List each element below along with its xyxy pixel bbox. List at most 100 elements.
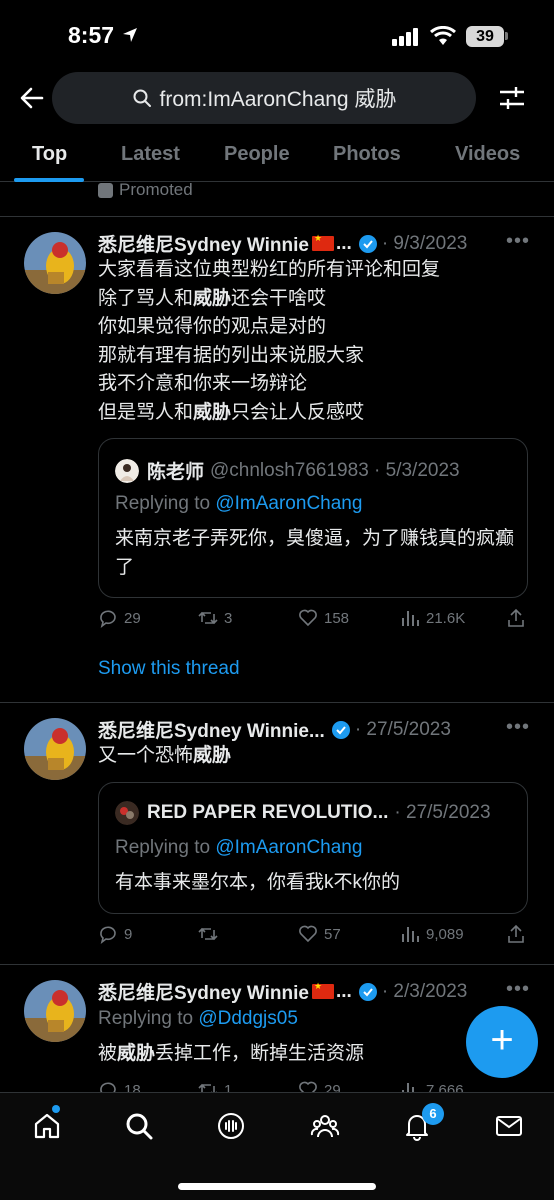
home-icon[interactable] xyxy=(32,1111,62,1141)
quote-replying-to: Replying to @ImAaronChang xyxy=(115,493,362,515)
display-name[interactable]: 悉尼维尼Sydney Winnie... xyxy=(98,716,325,743)
more-options-icon[interactable]: ••• xyxy=(506,716,530,739)
retweet-button[interactable] xyxy=(198,924,224,944)
avatar[interactable] xyxy=(24,718,86,780)
quote-avatar xyxy=(115,801,139,825)
tweet-text: 大家看看这位典型粉红的所有评论和回复 除了骂人和威胁还会干啥哎 你如果觉得你的观… xyxy=(98,256,440,427)
tweet-line: 只会让人反感哎 xyxy=(231,401,365,423)
bottom-navigation: 6 xyxy=(0,1092,554,1200)
views-button[interactable]: 7,666 xyxy=(400,1080,464,1092)
plus-icon: + xyxy=(490,1018,514,1062)
view-count: 7,666 xyxy=(426,1081,464,1093)
china-flag-icon xyxy=(311,981,334,999)
home-unread-dot xyxy=(52,1105,60,1113)
tweet-line: 还会干啥哎 xyxy=(231,287,327,309)
search-icon xyxy=(133,89,151,107)
tweet-line: 但是骂人和 xyxy=(98,401,194,423)
tab-photos[interactable]: Photos xyxy=(333,143,401,166)
view-count: 21.6K xyxy=(426,609,466,627)
reply-button[interactable]: 18 xyxy=(98,1080,141,1092)
battery-indicator: 39 xyxy=(466,26,504,47)
tweet-line: 那就有理有据的列出来说服大家 xyxy=(98,344,365,366)
messages-mail-icon[interactable] xyxy=(494,1111,524,1141)
verified-badge-icon xyxy=(331,720,350,739)
views-chart-icon xyxy=(402,611,419,626)
retweet-button[interactable]: 3 xyxy=(198,608,232,628)
retweet-icon xyxy=(198,1083,217,1092)
spaces-icon[interactable] xyxy=(216,1111,246,1141)
name-ellipsis: ... xyxy=(335,980,352,1002)
search-input[interactable]: from:ImAaronChang 威胁 xyxy=(52,72,476,124)
tweet[interactable]: 悉尼维尼Sydney Winnie ... · 9/3/2023 ••• 大家看… xyxy=(0,216,554,702)
back-arrow-icon[interactable] xyxy=(18,84,46,112)
tweet-actions: 9 57 9,089 xyxy=(98,924,528,948)
tweet-line: 被 xyxy=(98,1043,118,1064)
reply-icon xyxy=(100,610,116,628)
reply-icon xyxy=(100,1082,116,1092)
display-name[interactable]: 悉尼维尼Sydney Winnie xyxy=(98,978,309,1005)
status-time: 8:57 xyxy=(68,22,115,48)
retweet-icon xyxy=(198,927,218,941)
status-bar: 8:57 39 xyxy=(0,0,554,72)
views-button[interactable]: 21.6K xyxy=(400,608,465,628)
quoted-tweet[interactable]: 陈老师 @chnlosh7661983 · 5/3/2023 Replying … xyxy=(98,438,528,598)
tweet-line: 大家看看这位典型粉红的所有评论和回复 xyxy=(98,259,441,280)
quote-text: 有本事来墨尔本，你看我k不k你的 xyxy=(115,872,401,893)
reply-handle-link[interactable]: @ImAaronChang xyxy=(215,837,362,858)
quote-meta: · 27/5/2023 xyxy=(394,802,491,823)
tweet[interactable]: 悉尼维尼Sydney Winnie... · 27/5/2023 ••• 又一个… xyxy=(0,702,554,964)
like-count: 57 xyxy=(324,925,341,943)
reply-handle-link[interactable]: @Dddgjs05 xyxy=(198,1008,298,1029)
wifi-icon xyxy=(430,26,456,45)
avatar[interactable] xyxy=(24,980,86,1042)
retweet-button[interactable]: 1 xyxy=(198,1080,232,1092)
reply-button[interactable]: 9 xyxy=(98,924,132,944)
avatar[interactable] xyxy=(24,232,86,294)
reply-icon xyxy=(100,926,116,944)
promoted-text: Promoted xyxy=(119,180,193,199)
reply-handle-link[interactable]: @ImAaronChang xyxy=(215,493,362,514)
compose-button[interactable]: + xyxy=(466,1006,538,1078)
verified-badge-icon xyxy=(358,234,377,253)
search-nav-icon[interactable] xyxy=(124,1111,154,1141)
tweet-actions: 18 1 29 7,666 xyxy=(98,1080,528,1092)
share-button[interactable] xyxy=(506,924,526,944)
like-button[interactable]: 158 xyxy=(298,608,349,628)
more-options-icon[interactable]: ••• xyxy=(506,230,530,253)
communities-icon[interactable] xyxy=(310,1111,340,1141)
filter-settings-icon[interactable] xyxy=(498,84,526,112)
quote-display-name: 陈老师 xyxy=(147,462,205,483)
like-button[interactable]: 29 xyxy=(298,1080,341,1092)
highlight-term: 威胁 xyxy=(117,1043,156,1064)
tab-people[interactable]: People xyxy=(224,143,290,166)
tab-latest[interactable]: Latest xyxy=(121,143,180,166)
tweet-date: · 9/3/2023 xyxy=(381,232,468,254)
reply-button[interactable]: 29 xyxy=(98,608,141,628)
tweet-date: · 27/5/2023 xyxy=(354,718,451,740)
replying-to: Replying to @Dddgjs05 xyxy=(98,1008,298,1030)
cellular-signal-icon xyxy=(392,28,418,46)
tweet-header: 悉尼维尼Sydney Winnie ... · 2/3/2023 xyxy=(98,978,467,1005)
reply-count: 9 xyxy=(124,925,133,943)
more-options-icon[interactable]: ••• xyxy=(506,978,530,1001)
tab-top[interactable]: Top xyxy=(32,143,67,166)
replying-prefix: Replying to xyxy=(115,837,216,858)
quoted-tweet[interactable]: RED PAPER REVOLUTIO... · 27/5/2023 Reply… xyxy=(98,782,528,914)
battery-nub xyxy=(505,32,508,40)
quote-meta: @chnlosh7661983 · 5/3/2023 xyxy=(210,459,460,481)
tweet-line: 除了骂人和 xyxy=(98,287,194,309)
replying-prefix: Replying to xyxy=(98,1008,199,1029)
like-button[interactable]: 57 xyxy=(298,924,341,944)
retweet-count: 1 xyxy=(224,1081,233,1093)
tweet-date: · 2/3/2023 xyxy=(381,980,468,1002)
quote-display-name: RED PAPER REVOLUTIO... xyxy=(147,802,389,823)
display-name[interactable]: 悉尼维尼Sydney Winnie xyxy=(98,230,309,257)
views-button[interactable]: 9,089 xyxy=(400,924,464,944)
share-button[interactable] xyxy=(506,608,526,628)
tab-videos[interactable]: Videos xyxy=(455,143,520,166)
quote-text: 来南京老子弄死你，臭傻逼，为了赚钱真的疯癫了 xyxy=(115,528,515,578)
highlight-term: 威胁 xyxy=(193,401,232,423)
notifications-badge: 6 xyxy=(422,1103,444,1125)
promoted-label: Promoted xyxy=(98,180,193,200)
show-thread-link[interactable]: Show this thread xyxy=(98,658,240,680)
